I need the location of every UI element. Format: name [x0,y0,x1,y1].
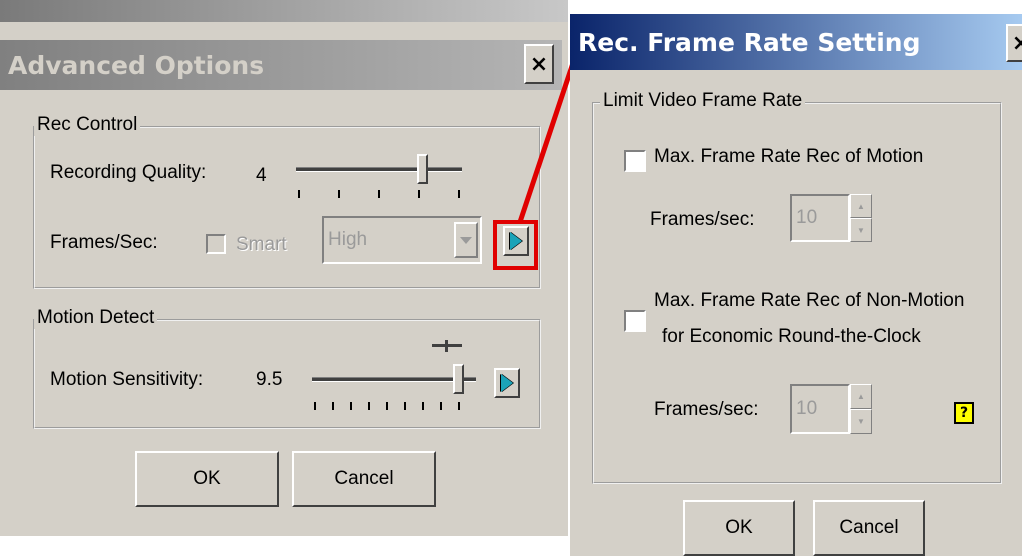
ok-button-label: OK [193,468,221,489]
motion-fps-input[interactable]: 10 [790,194,850,242]
advanced-options-title: Advanced Options [8,50,265,80]
frames-quality-select[interactable]: High [322,216,482,264]
nonmotion-fps-label: Frames/sec: [654,399,759,420]
spin-down-icon[interactable]: ▼ [850,409,872,434]
cancel-button[interactable]: Cancel [813,500,925,556]
motion-sensitivity-slider[interactable] [310,356,478,416]
dialog-bottom-edge [0,536,568,556]
motion-settings-button[interactable] [494,368,520,398]
advanced-options-dialog: Advanced Options × Rec Control Recording… [0,0,568,556]
motion-sensitivity-value: 9.5 [256,369,283,390]
frames-quality-select-value: High [328,229,368,250]
nonmotion-fps-value: 10 [796,398,818,419]
motion-fps-value: 10 [796,207,818,228]
cancel-button-label: Cancel [839,517,899,538]
nonmotion-max-rate-checkbox[interactable] [624,310,646,332]
spin-buttons[interactable]: ▲ ▼ [850,384,872,434]
motion-sensitivity-label: Motion Sensitivity: [50,369,204,390]
slider-track [296,167,462,172]
nonmotion-max-rate-label-line1: Max. Frame Rate Rec of Non-Motion [654,290,965,311]
smart-checkbox[interactable] [206,234,226,254]
frame-rate-close-button[interactable]: × [1006,24,1022,62]
background-window-strip [0,0,568,22]
cancel-button[interactable]: Cancel [292,451,436,507]
ok-button[interactable]: OK [683,500,795,556]
advanced-options-titlebar[interactable]: Advanced Options [0,40,562,90]
recording-quality-label: Recording Quality: [50,162,207,183]
ok-button-label: OK [725,517,753,538]
spin-up-icon[interactable]: ▲ [850,384,872,409]
slider-ticks [314,402,474,410]
play-arrow-icon [501,374,513,392]
slider-thumb[interactable] [453,364,464,394]
help-icon-glyph: ? [959,405,969,421]
help-icon[interactable]: ? [954,402,974,424]
nonmotion-max-rate-label-line2: for Economic Round-the-Clock [662,326,921,347]
advanced-close-button[interactable]: × [524,44,554,84]
frame-rate-dialog: Rec. Frame Rate Setting × Limit Video Fr… [570,14,1022,556]
motion-max-rate-checkbox[interactable] [624,150,646,172]
select-dropdown-button[interactable] [454,222,478,258]
recording-quality-slider[interactable] [294,150,466,202]
frame-rate-title: Rec. Frame Rate Setting [578,27,921,57]
motion-threshold-marker [432,340,462,352]
slider-ticks [298,190,460,198]
frame-rate-titlebar[interactable]: Rec. Frame Rate Setting [570,14,1022,70]
motion-detect-legend: Motion Detect [34,307,158,329]
chevron-down-icon [460,236,472,244]
frames-per-sec-label: Frames/Sec: [50,232,158,253]
spin-buttons[interactable]: ▲ ▼ [850,194,872,242]
nonmotion-fps-spinner[interactable]: 10 ▲ ▼ [790,384,872,434]
close-icon: × [529,51,549,77]
cancel-button-label: Cancel [334,468,394,489]
spin-down-icon[interactable]: ▼ [850,218,872,242]
recording-quality-value: 4 [256,165,267,186]
play-arrow-icon [510,232,522,250]
ok-button[interactable]: OK [135,451,279,507]
nonmotion-fps-input[interactable]: 10 [790,384,850,434]
rec-control-legend: Rec Control [34,114,141,136]
smart-label: Smart [236,234,287,255]
frame-rate-settings-button[interactable] [503,226,529,256]
slider-track [312,377,476,382]
motion-fps-label: Frames/sec: [650,209,755,230]
motion-fps-spinner[interactable]: 10 ▲ ▼ [790,194,872,242]
close-icon: × [1011,30,1022,56]
spin-up-icon[interactable]: ▲ [850,194,872,218]
motion-max-rate-label: Max. Frame Rate Rec of Motion [654,146,924,167]
limit-frame-rate-legend: Limit Video Frame Rate [600,90,806,112]
slider-thumb[interactable] [417,154,428,184]
